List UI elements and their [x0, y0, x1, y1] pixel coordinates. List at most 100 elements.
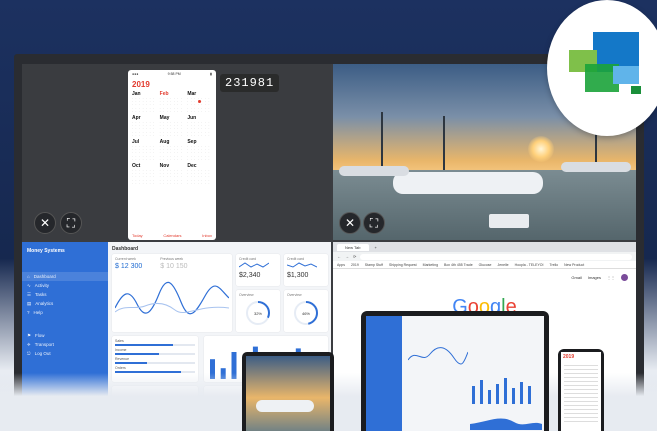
sidebar-item-label: Transport	[34, 342, 54, 347]
bookmark-item[interactable]: Box 4th 455 Trade	[444, 263, 473, 267]
bookmark-item[interactable]: New Product	[564, 263, 584, 267]
airplane	[339, 166, 409, 176]
browser-tab[interactable]: New Tab	[337, 243, 369, 251]
today-link[interactable]: Today	[132, 233, 143, 238]
logo-mark	[569, 32, 641, 94]
bookmark-item[interactable]: Apps	[337, 263, 345, 267]
calendar-month[interactable]: Jul · · · · · · · · · · · · · · · · · · · · · · · · · · · · · · · · · · ·	[132, 139, 157, 161]
progress-row: Orders	[115, 366, 195, 373]
card-value: $2,340	[239, 272, 261, 279]
credit-card-2: Credit card $1,300	[284, 254, 328, 286]
sidebar-item-analytics[interactable]: ▤ Analytics	[27, 299, 103, 308]
calendar-month[interactable]: May · · · · · · · · · · · · · · · · · · · · · · · · · · · · · · · · · · ·	[160, 115, 185, 137]
nav-icon: ✈	[27, 341, 31, 347]
calendar-month[interactable]: Nov · · · · · · · · · · · · · · · · · · · · · · · · · · · · · · · · · · ·	[160, 163, 185, 185]
sidebar-item-activity[interactable]: ∿ Activity	[27, 281, 103, 290]
fullscreen-icon[interactable]: ⛶	[60, 212, 82, 234]
calendar-months: Jan · · · · · · · · · · · · · · · · · · · · · · · · · · · · · · · · · · · Fe…	[132, 91, 212, 185]
calendar-month[interactable]: Apr · · · · · · · · · · · · · · · · · · · · · · · · · · · · · · · · · · ·	[132, 115, 157, 137]
mobile-device: 2019	[558, 349, 604, 431]
progress-track	[115, 344, 195, 346]
calendar-month[interactable]: Jan · · · · · · · · · · · · · · · · · · · · · · · · · · · · · · · · · · ·	[132, 91, 157, 113]
card-label: Current week	[115, 257, 136, 261]
nav-icon: ▤	[27, 300, 32, 306]
calendar-month[interactable]: Jun · · · · · · · · · · · · · · · · · · · · · · · · · · · · · · · · · · ·	[187, 115, 212, 137]
images-link[interactable]: Images	[588, 275, 601, 280]
bookmark-item[interactable]: Stamp Stuff	[365, 263, 383, 267]
calendar-month[interactable]: Mar · · · · · · · · · · · · · · · · · · · · · · · · · · · · · · · · · · ·	[187, 91, 212, 113]
mobile-screen: 2019	[561, 352, 601, 431]
page-title: Dashboard	[112, 246, 139, 252]
new-tab-icon[interactable]: +	[375, 245, 377, 250]
light-tower	[381, 112, 383, 172]
credit-card-1: Credit card $2,340	[236, 254, 280, 286]
close-icon[interactable]: ✕	[34, 212, 56, 234]
month-day-grid: · · · · · · · · · · · · · · · · · · · · · · · · · · · · · · · · · · ·	[132, 121, 154, 137]
apps-grid-icon[interactable]: ⋮⋮	[607, 275, 615, 280]
bookmark-item[interactable]: Hoopla - TELEYOI	[515, 263, 544, 267]
gauge-card-2: Overview 46%	[284, 290, 328, 332]
bookmark-item[interactable]: Shipping Request	[389, 263, 417, 267]
laptop-screen	[366, 316, 544, 431]
nav-icon: ⌂	[27, 274, 30, 279]
progress-label: Income	[115, 348, 127, 352]
nav-icon: ☰	[27, 291, 32, 297]
sidebar-item-tasks[interactable]: ☰ Tasks	[27, 290, 103, 299]
address-bar[interactable]	[360, 253, 632, 260]
reload-icon[interactable]: ⟳	[353, 254, 356, 259]
close-icon[interactable]: ✕	[339, 212, 361, 234]
gmail-link[interactable]: Gmail	[571, 275, 581, 280]
card-value: $ 12 300	[115, 263, 143, 270]
light-tower	[443, 116, 445, 172]
calendar-month[interactable]: Oct · · · · · · · · · · · · · · · · · · · · · · · · · · · · · · · · · · ·	[132, 163, 157, 185]
progress-label: Revenue	[115, 357, 130, 361]
laptop-line-chart	[408, 347, 468, 365]
calendar-month[interactable]: Feb · · · · · · · · · · · · · · · · · · · · · · · · · · · · · · · · · · ·	[160, 91, 185, 113]
month-day-grid: · · · · · · · · · · · · · · · · · · · · · · · · · · · · · · · · · · ·	[159, 169, 182, 185]
progress-track	[115, 353, 195, 355]
bookmark-item[interactable]: Trello	[550, 263, 559, 267]
card-value: $1,300	[287, 272, 309, 279]
progress-fill	[115, 353, 159, 355]
bookmark-item[interactable]: Glucose	[479, 263, 492, 267]
month-day-grid: · · · · · · · · · · · · · · · · · · · · · · · · · · · · · · · · · · ·	[159, 97, 182, 113]
pin-code-badge: 231981	[220, 74, 280, 92]
forward-icon[interactable]: →	[345, 254, 349, 259]
month-day-grid: · · · · · · · · · · · · · · · · · · · · · · · · · · · · · · · · · · ·	[187, 121, 210, 137]
nav-icon: ⚑	[27, 332, 32, 338]
month-day-grid: · · · · · · · · · · · · · · · · · · · · · · · · · · · · · · · · · · ·	[132, 97, 154, 113]
gauge-label: Overview	[239, 293, 254, 297]
calendar-footer: Today Calendars Inbox	[132, 233, 212, 238]
sidebar-item-flow[interactable]: ⚑ Flow	[27, 331, 103, 340]
airplane	[393, 172, 543, 194]
calendar-month[interactable]: Aug · · · · · · · · · · · · · · · · · · · · · · · · · · · · · · · · · · ·	[160, 139, 185, 161]
weekly-card: Current week $ 12 300 Previous week $ 10 1…	[112, 254, 232, 332]
month-day-grid: · · · · · · · · · · · · · · · · · · · · · · · · · · · · · · · · · · ·	[187, 169, 210, 185]
calendars-link[interactable]: Calendars	[163, 233, 181, 238]
sidebar-item-log-out[interactable]: ⎋ Log Out	[27, 349, 103, 358]
month-day-grid: · · · · · · · · · · · · · · · · · · · · · · · · · · · · · · · · · · ·	[187, 145, 210, 161]
bookmark-item[interactable]: 2019	[351, 263, 359, 267]
sidebar-item-transport[interactable]: ✈ Transport	[27, 340, 103, 349]
airplane	[256, 400, 314, 412]
sidebar-item-help[interactable]: ? Help	[27, 308, 103, 317]
inbox-link[interactable]: Inbox	[202, 233, 212, 238]
calendar-month[interactable]: Dec · · · · · · · · · · · · · · · · · · · · · · · · · · · · · · · · · · ·	[187, 163, 212, 185]
gauge-card-1: Overview 32%	[236, 290, 280, 332]
sidebar-item-dashboard[interactable]: ⌂ Dashboard	[22, 272, 108, 281]
browser-toolbar: ← → ⟳	[333, 252, 636, 261]
progress-list: Sales Income Revenue Orders	[115, 339, 195, 373]
app-logo	[547, 0, 657, 136]
quadrant-calendar[interactable]: ●●● 9:58 PM ▮ 2019 Jan · · · · · · · · · · · · · · · · · · · ·…	[22, 64, 331, 240]
bookmark-item[interactable]: Jenelle	[497, 263, 508, 267]
sidebar-item-label: Log Out	[34, 351, 51, 356]
mobile-calendar-grid	[564, 362, 598, 422]
gauge-value: 46%	[301, 310, 310, 316]
laptop-device	[361, 311, 549, 431]
back-icon[interactable]: ←	[337, 254, 341, 259]
fullscreen-icon[interactable]: ⛶	[363, 212, 385, 234]
calendar-month[interactable]: Sep · · · · · · · · · · · · · · · · · · · · · · · · · · · · · · · · · · ·	[187, 139, 212, 161]
browser-tab-bar: New Tab +	[333, 242, 636, 252]
avatar[interactable]	[621, 274, 628, 281]
bookmark-item[interactable]: Marketing	[423, 263, 438, 267]
